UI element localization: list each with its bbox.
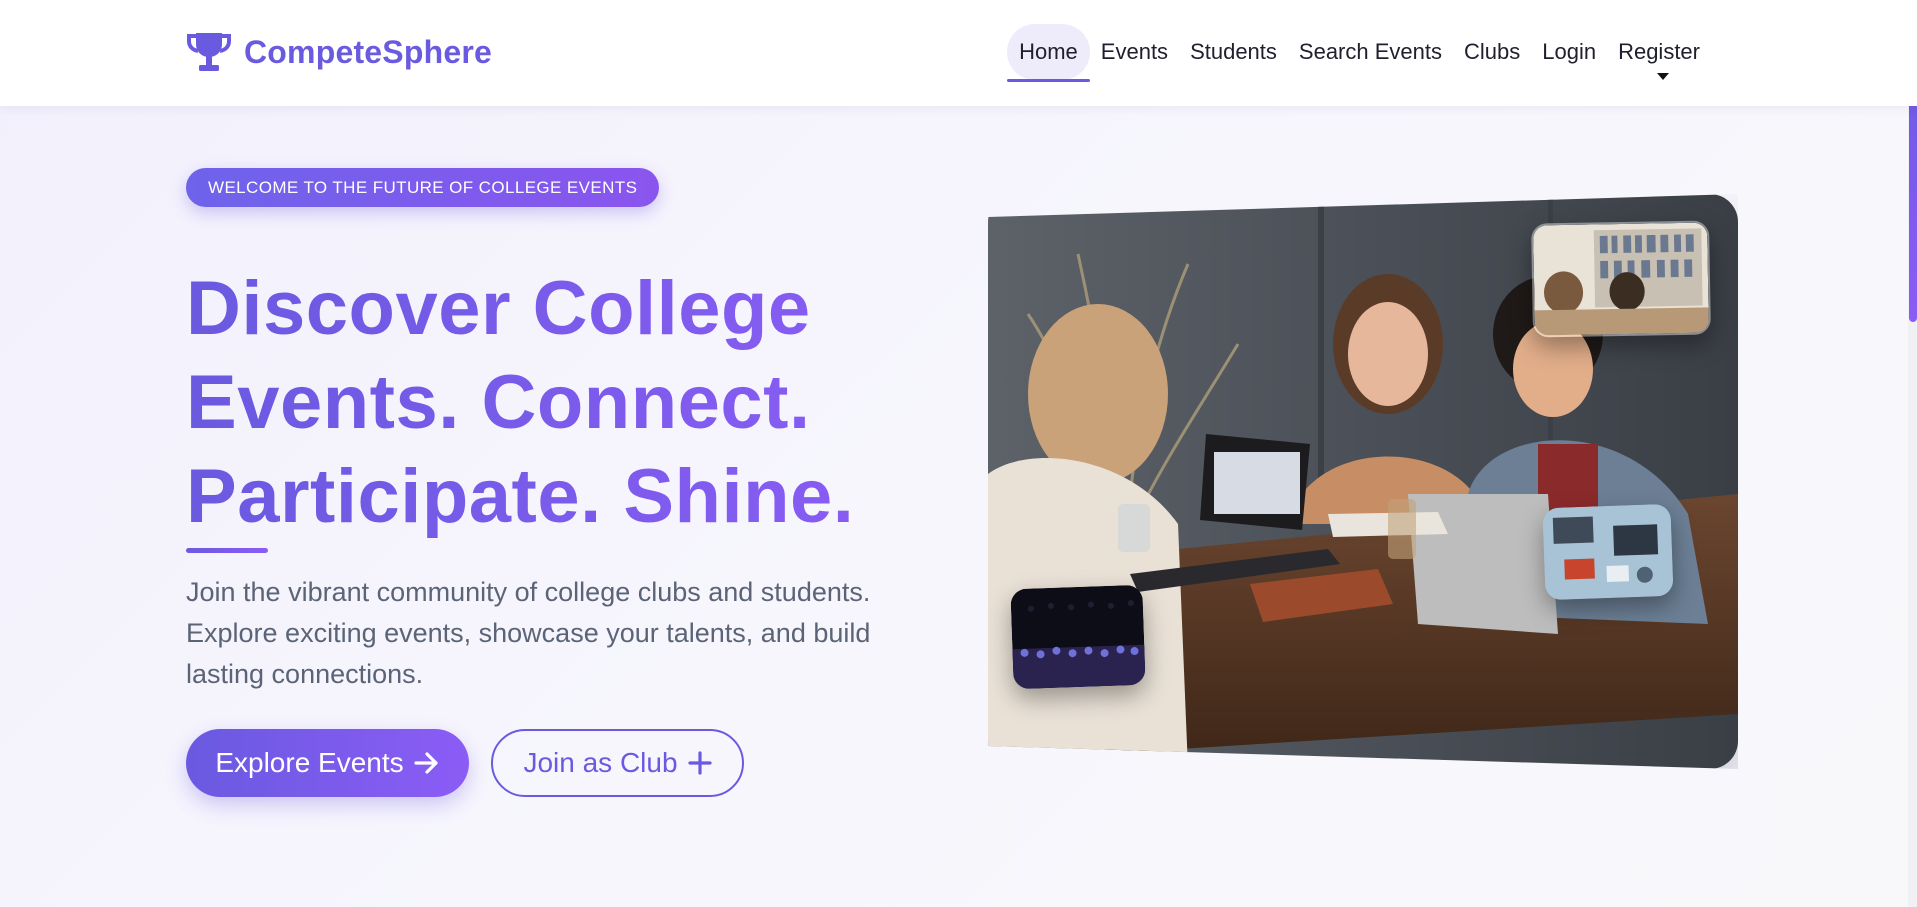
arrow-right-icon	[414, 752, 438, 774]
nav-item-register[interactable]: Register	[1607, 24, 1711, 80]
hero-headline: Discover College Events. Connect. Partic…	[186, 262, 946, 544]
nav-item-events[interactable]: Events	[1090, 24, 1179, 80]
trophy-icon	[187, 33, 231, 71]
hero-visual	[988, 194, 1738, 769]
nav-item-register-label: Register	[1618, 39, 1700, 64]
library-photo-thumb	[1531, 220, 1711, 338]
headline-line-2: Events. Connect.	[186, 360, 811, 445]
headline-underline	[186, 548, 268, 553]
caret-down-icon	[1657, 73, 1670, 80]
workspace-photo-thumb	[1542, 503, 1674, 601]
explore-events-label: Explore Events	[215, 747, 404, 778]
headline-line-1: Discover College	[186, 266, 811, 351]
plus-icon	[687, 751, 712, 775]
nav-item-home[interactable]: Home	[1007, 24, 1090, 82]
join-as-club-button[interactable]: Join as Club	[491, 729, 744, 797]
explore-events-button[interactable]: Explore Events	[186, 729, 469, 797]
navbar: CompeteSphere Home Events Students Searc…	[0, 0, 1917, 106]
nav-item-login[interactable]: Login	[1531, 24, 1607, 80]
welcome-badge: WELCOME TO THE FUTURE OF COLLEGE EVENTS	[186, 168, 660, 207]
concert-crowd-photo-thumb	[1010, 584, 1146, 690]
brand-logo-link[interactable]: CompeteSphere	[186, 30, 492, 74]
hero-lead-text: Join the vibrant community of college cl…	[186, 577, 871, 689]
nav-item-clubs[interactable]: Clubs	[1453, 24, 1531, 80]
main-nav: Home Events Students Search Events Clubs…	[1007, 24, 1711, 82]
join-as-club-label: Join as Club	[523, 747, 678, 778]
brand-name: CompeteSphere	[244, 33, 492, 70]
nav-item-students[interactable]: Students	[1179, 24, 1288, 80]
nav-item-search-events[interactable]: Search Events	[1288, 24, 1453, 80]
headline-line-3: Participate. Shine.	[186, 454, 855, 539]
